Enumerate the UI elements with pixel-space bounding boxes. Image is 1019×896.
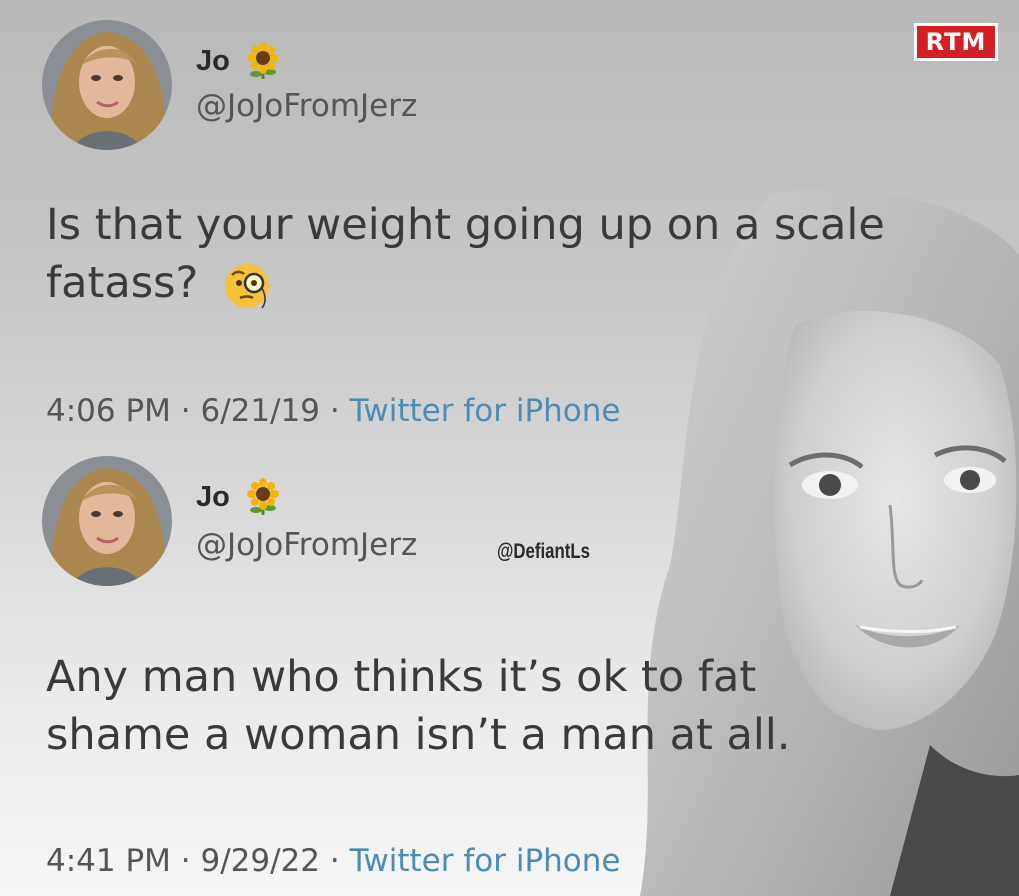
tweet-meta: 4:41 PM · 9/29/22 · Twitter for iPhone	[46, 843, 620, 879]
tweet-text: Is that your weight going up on a scale …	[46, 196, 966, 312]
tweet-text-content: Any man who thinks it’s ok to fat shame …	[46, 652, 791, 760]
display-name[interactable]: Jo	[196, 481, 230, 514]
handle[interactable]: @JoJoFromJerz	[196, 88, 417, 124]
profile-photo-icon	[42, 20, 172, 150]
tweet-meta: 4:06 PM · 6/21/19 · Twitter for iPhone	[46, 393, 620, 429]
tweet-date[interactable]: 9/29/22	[201, 843, 321, 879]
meta-separator: ·	[329, 843, 350, 879]
rtm-logo-badge: RTM	[914, 23, 998, 61]
sunflower-icon	[246, 478, 279, 515]
tweet-source-link[interactable]: Twitter for iPhone	[350, 843, 621, 879]
meta-separator: ·	[180, 393, 201, 429]
display-name[interactable]: Jo	[196, 45, 230, 78]
sunflower-icon	[246, 42, 279, 79]
handle[interactable]: @JoJoFromJerz	[196, 527, 417, 563]
tweet-text-content: Is that your weight going up on a scale …	[46, 200, 885, 308]
meta-separator: ·	[180, 843, 201, 879]
tweet-time[interactable]: 4:41 PM	[46, 843, 171, 879]
meta-separator: ·	[329, 393, 350, 429]
watermark-handle: @DefiantLs	[497, 540, 590, 563]
rtm-logo-text: RTM	[917, 26, 995, 58]
tweet-time[interactable]: 4:06 PM	[46, 393, 171, 429]
avatar[interactable]	[42, 20, 172, 150]
profile-photo-icon	[42, 456, 172, 586]
tweet-date[interactable]: 6/21/19	[201, 393, 321, 429]
avatar[interactable]	[42, 456, 172, 586]
face-with-monocle-icon	[225, 263, 269, 308]
tweet-text: Any man who thinks it’s ok to fat shame …	[46, 648, 826, 764]
tweet-source-link[interactable]: Twitter for iPhone	[350, 393, 621, 429]
